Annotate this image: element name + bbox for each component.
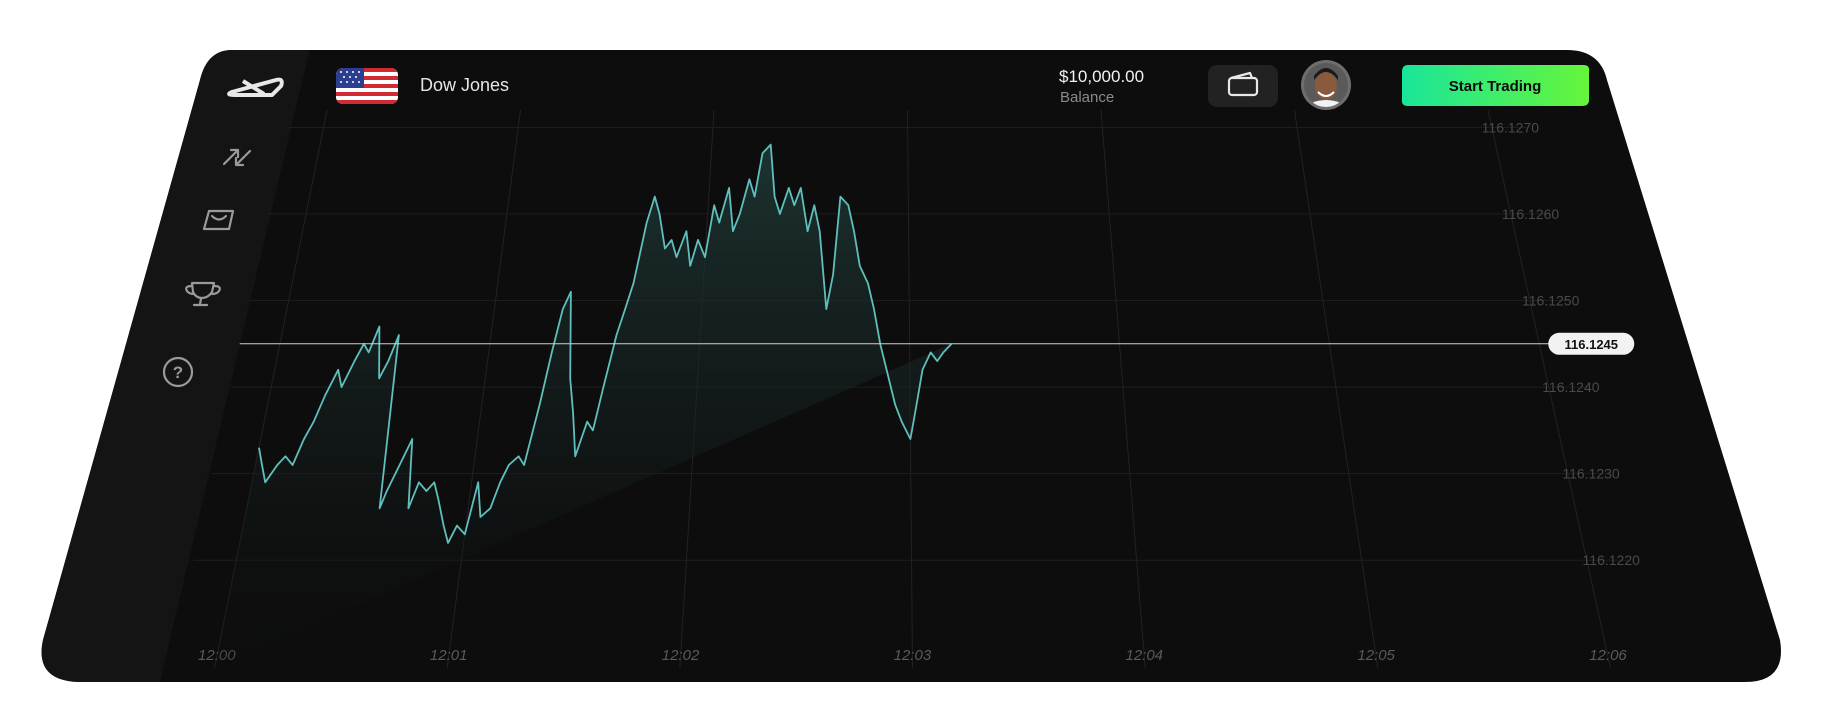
- y-tick-label: 116.1250: [1522, 292, 1580, 308]
- balance-amount: $10,000.00: [1059, 67, 1144, 86]
- x-tick-label: 12:04: [1125, 647, 1163, 664]
- y-tick-label: 116.1260: [1502, 206, 1560, 222]
- current-point-marker: [0, 0, 4, 4]
- x-tick-label: 12:05: [1357, 647, 1395, 664]
- y-tick-label: 116.1270: [1482, 119, 1540, 135]
- x-tick-label: 12:02: [662, 647, 700, 664]
- x-tick-label: 12:01: [430, 647, 468, 664]
- x-tick-label: 12:06: [1589, 647, 1627, 664]
- start-trading-button[interactable]: Start Trading: [1401, 65, 1590, 106]
- y-tick-label: 116.1230: [1562, 466, 1620, 482]
- x-tick-label: 12:03: [894, 647, 932, 664]
- instrument-name[interactable]: Dow Jones: [420, 75, 509, 95]
- y-tick-label: 116.1240: [1542, 379, 1600, 395]
- current-price-label: 116.1245: [1565, 337, 1619, 352]
- svg-text:?: ?: [173, 363, 183, 382]
- trading-app-mockup: 116.1270 116.1260 116.1250 116.1240 116.1230…: [0, 0, 1781, 682]
- us-flag-icon[interactable]: [336, 68, 398, 104]
- start-trading-label: Start Trading: [1449, 78, 1542, 95]
- y-tick-label: 116.1220: [1583, 552, 1641, 568]
- balance-label: Balance: [1060, 89, 1114, 106]
- wallet-button[interactable]: [1208, 65, 1278, 107]
- current-point-halo: [0, 0, 12, 12]
